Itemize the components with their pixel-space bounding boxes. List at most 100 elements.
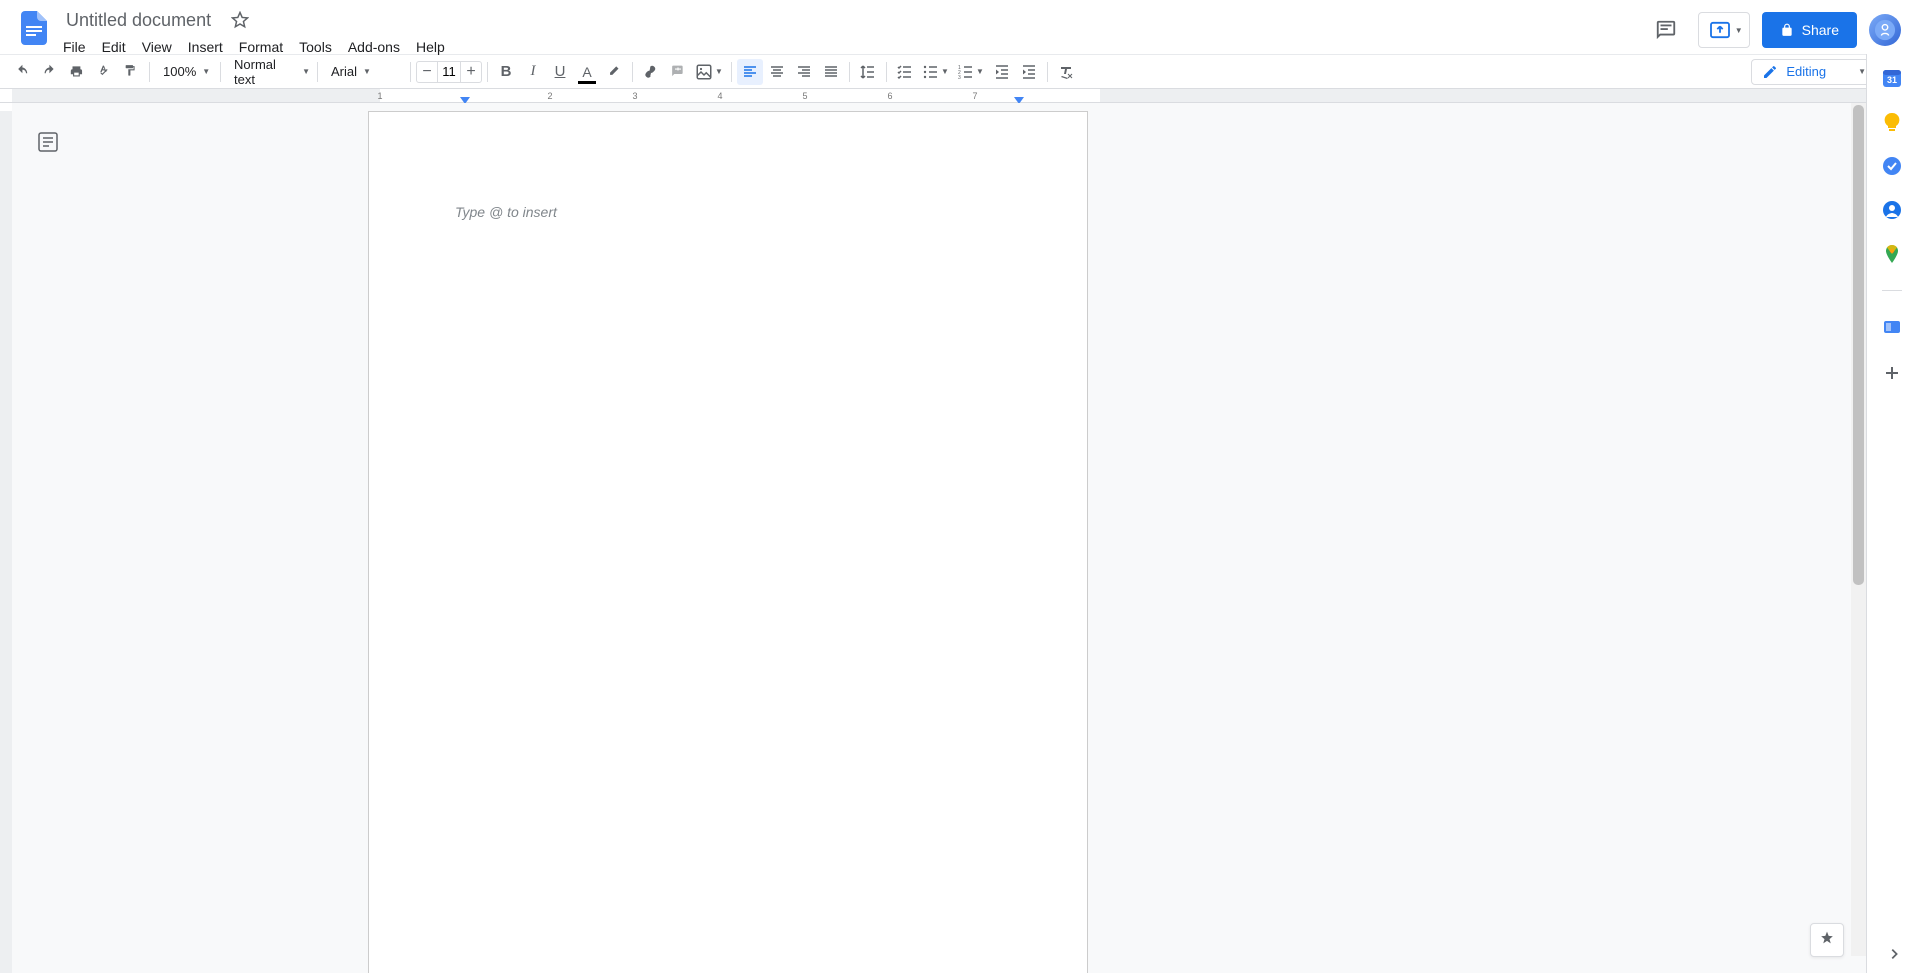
chevron-down-icon: ▼ <box>1735 26 1743 35</box>
separator <box>149 62 150 82</box>
side-panel: 31 <box>1866 54 1917 973</box>
present-button[interactable]: ▼ <box>1698 12 1750 48</box>
scrollbar-thumb[interactable] <box>1853 105 1864 585</box>
paint-format-icon[interactable] <box>118 59 144 85</box>
print-icon[interactable] <box>64 59 90 85</box>
star-icon[interactable] <box>226 6 254 34</box>
menu-edit[interactable]: Edit <box>95 36 133 58</box>
separator <box>220 62 221 82</box>
maps-icon[interactable] <box>1882 244 1902 264</box>
menu-view[interactable]: View <box>135 36 179 58</box>
bold-icon[interactable]: B <box>493 59 519 85</box>
menu-tools[interactable]: Tools <box>292 36 339 58</box>
font-size-decrease-icon[interactable]: − <box>417 62 437 82</box>
separator <box>731 62 732 82</box>
zoom-combo[interactable]: 100% ▼ <box>155 60 215 84</box>
app-header: Untitled document File Edit View Insert … <box>0 0 1917 54</box>
font-size-input[interactable] <box>437 62 461 82</box>
underline-icon[interactable]: U <box>547 59 573 85</box>
comment-icon[interactable] <box>665 59 691 85</box>
share-label: Share <box>1802 22 1839 38</box>
menu-insert[interactable]: Insert <box>181 36 230 58</box>
line-spacing-icon[interactable] <box>855 59 881 85</box>
lock-icon <box>1780 23 1794 37</box>
outline-toggle-icon[interactable] <box>34 128 62 156</box>
checklist-icon[interactable] <box>892 59 918 85</box>
image-icon[interactable]: ▼ <box>692 59 726 85</box>
mode-label: Editing <box>1786 64 1826 79</box>
addon-icon[interactable] <box>1882 317 1902 337</box>
italic-icon[interactable]: I <box>520 59 546 85</box>
hide-side-panel-icon[interactable] <box>1887 947 1901 961</box>
highlight-icon[interactable] <box>601 59 627 85</box>
toolbar: 100% ▼ Normal text ▼ Arial ▼ − + B I U A… <box>0 54 1917 89</box>
link-icon[interactable] <box>638 59 664 85</box>
chevron-down-icon: ▼ <box>302 67 310 76</box>
ruler-mark: 2 <box>547 91 552 101</box>
contacts-icon[interactable] <box>1882 200 1902 220</box>
document-page[interactable]: Type @ to insert <box>368 111 1088 973</box>
align-center-icon[interactable] <box>764 59 790 85</box>
menu-file[interactable]: File <box>56 36 93 58</box>
separator <box>886 62 887 82</box>
menubar: File Edit View Insert Format Tools Add-o… <box>56 36 1646 58</box>
ruler-mark: 1 <box>377 91 382 101</box>
redo-icon[interactable] <box>37 59 63 85</box>
keep-icon[interactable] <box>1882 112 1902 132</box>
font-size-increase-icon[interactable]: + <box>461 62 481 82</box>
explore-button[interactable] <box>1810 923 1844 957</box>
menu-format[interactable]: Format <box>232 36 290 58</box>
ruler-mark: 3 <box>632 91 637 101</box>
align-justify-icon[interactable] <box>818 59 844 85</box>
chevron-down-icon: ▼ <box>976 67 984 76</box>
share-button[interactable]: Share <box>1762 12 1857 48</box>
present-icon <box>1709 21 1731 39</box>
style-value: Normal text <box>234 57 296 87</box>
separator <box>410 62 411 82</box>
docs-logo-icon[interactable] <box>16 10 52 46</box>
menu-help[interactable]: Help <box>409 36 452 58</box>
separator <box>1882 290 1902 291</box>
account-avatar[interactable] <box>1869 14 1901 46</box>
numbered-list-icon[interactable]: 123▼ <box>954 59 988 85</box>
pencil-icon <box>1762 64 1778 80</box>
bullet-list-icon[interactable]: ▼ <box>919 59 953 85</box>
insert-placeholder: Type @ to insert <box>455 204 557 220</box>
text-color-icon[interactable]: A <box>574 59 600 85</box>
clear-format-icon[interactable] <box>1053 59 1079 85</box>
ruler-mark: 6 <box>887 91 892 101</box>
editor-canvas: Type @ to insert <box>0 103 1866 973</box>
undo-icon[interactable] <box>10 59 36 85</box>
separator <box>1047 62 1048 82</box>
chevron-down-icon: ▼ <box>941 67 949 76</box>
indent-increase-icon[interactable] <box>1016 59 1042 85</box>
font-size-control: − + <box>416 61 482 83</box>
separator <box>632 62 633 82</box>
paragraph-style-combo[interactable]: Normal text ▼ <box>226 60 312 84</box>
ruler-mark: 5 <box>802 91 807 101</box>
align-right-icon[interactable] <box>791 59 817 85</box>
explore-icon <box>1817 930 1837 950</box>
align-left-icon[interactable] <box>737 59 763 85</box>
vertical-ruler[interactable] <box>0 103 12 973</box>
spellcheck-icon[interactable] <box>91 59 117 85</box>
comment-history-icon[interactable] <box>1646 10 1686 50</box>
separator <box>317 62 318 82</box>
font-combo[interactable]: Arial ▼ <box>323 60 405 84</box>
menu-addons[interactable]: Add-ons <box>341 36 407 58</box>
separator <box>487 62 488 82</box>
svg-text:31: 31 <box>1887 75 1897 85</box>
indent-decrease-icon[interactable] <box>989 59 1015 85</box>
calendar-icon[interactable]: 31 <box>1882 68 1902 88</box>
font-value: Arial <box>331 64 357 79</box>
ruler-mark: 7 <box>972 91 977 101</box>
tasks-icon[interactable] <box>1882 156 1902 176</box>
add-icon[interactable] <box>1882 363 1902 383</box>
zoom-value: 100% <box>163 64 196 79</box>
vertical-scrollbar[interactable] <box>1851 103 1866 956</box>
chevron-down-icon: ▼ <box>363 67 371 76</box>
editing-mode-button[interactable]: Editing ▼ <box>1751 59 1873 85</box>
chevron-down-icon: ▼ <box>202 67 210 76</box>
document-title[interactable]: Untitled document <box>60 9 217 32</box>
horizontal-ruler[interactable]: 1 2 3 4 5 6 7 <box>0 89 1917 103</box>
